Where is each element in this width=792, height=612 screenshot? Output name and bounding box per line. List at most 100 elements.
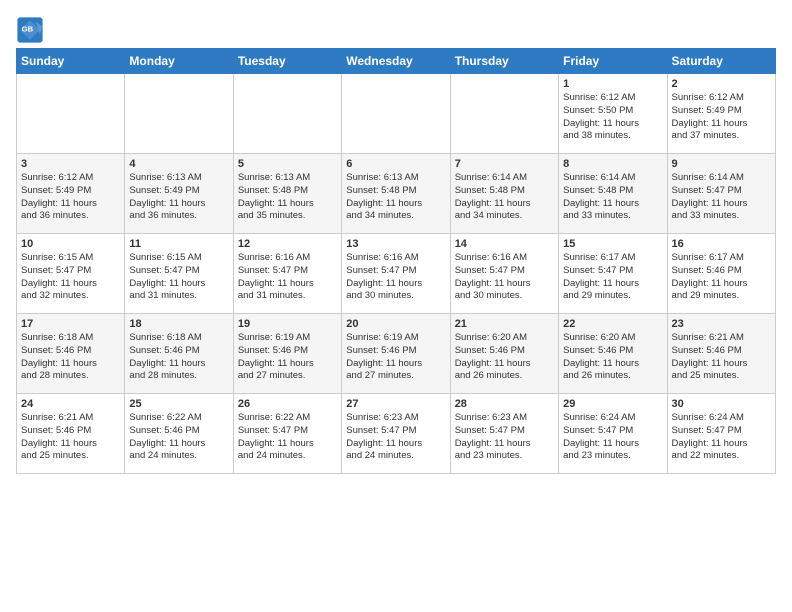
day-number: 5 <box>238 158 337 170</box>
weekday-header-wednesday: Wednesday <box>342 49 450 74</box>
page-header: GB <box>16 16 776 44</box>
day-info: Sunrise: 6:23 AM Sunset: 5:47 PM Dayligh… <box>455 412 554 463</box>
day-number: 20 <box>346 318 445 330</box>
day-number: 17 <box>21 318 120 330</box>
calendar-cell: 6 Sunrise: 6:13 AM Sunset: 5:48 PM Daylig… <box>342 154 450 234</box>
calendar-cell: 28 Sunrise: 6:23 AM Sunset: 5:47 PM Dayli… <box>450 394 558 474</box>
day-number: 25 <box>129 398 228 410</box>
day-info: Sunrise: 6:22 AM Sunset: 5:46 PM Dayligh… <box>129 412 228 463</box>
calendar-cell: 17 Sunrise: 6:18 AM Sunset: 5:46 PM Dayli… <box>17 314 125 394</box>
day-number: 28 <box>455 398 554 410</box>
calendar-week-3: 10 Sunrise: 6:15 AM Sunset: 5:47 PM Dayli… <box>17 234 776 314</box>
calendar-week-4: 17 Sunrise: 6:18 AM Sunset: 5:46 PM Dayli… <box>17 314 776 394</box>
day-number: 2 <box>672 78 771 90</box>
calendar-week-2: 3Sunrise: 6:12 AM Sunset: 5:49 PM Daylig… <box>17 154 776 234</box>
calendar-cell: 20Sunrise: 6:19 AM Sunset: 5:46 PM Dayli… <box>342 314 450 394</box>
logo-icon: GB <box>16 16 44 44</box>
day-info: Sunrise: 6:17 AM Sunset: 5:46 PM Dayligh… <box>672 252 771 303</box>
day-info: Sunrise: 6:16 AM Sunset: 5:47 PM Dayligh… <box>346 252 445 303</box>
day-info: Sunrise: 6:18 AM Sunset: 5:46 PM Dayligh… <box>129 332 228 383</box>
weekday-header-friday: Friday <box>559 49 667 74</box>
calendar-cell: 8Sunrise: 6:14 AM Sunset: 5:48 PM Daylig… <box>559 154 667 234</box>
calendar-table: SundayMondayTuesdayWednesdayThursdayFrid… <box>16 48 776 474</box>
day-info: Sunrise: 6:13 AM Sunset: 5:49 PM Dayligh… <box>129 172 228 223</box>
calendar-cell: 13 Sunrise: 6:16 AM Sunset: 5:47 PM Dayli… <box>342 234 450 314</box>
day-info: Sunrise: 6:19 AM Sunset: 5:46 PM Dayligh… <box>238 332 337 383</box>
calendar-cell: 2 Sunrise: 6:12 AM Sunset: 5:49 PM Daylig… <box>667 74 775 154</box>
day-info: Sunrise: 6:22 AM Sunset: 5:47 PM Dayligh… <box>238 412 337 463</box>
calendar-cell: 14Sunrise: 6:16 AM Sunset: 5:47 PM Dayli… <box>450 234 558 314</box>
calendar-cell: 21Sunrise: 6:20 AM Sunset: 5:46 PM Dayli… <box>450 314 558 394</box>
calendar-cell: 9Sunrise: 6:14 AM Sunset: 5:47 PM Daylig… <box>667 154 775 234</box>
calendar-cell: 22 Sunrise: 6:20 AM Sunset: 5:46 PM Dayli… <box>559 314 667 394</box>
calendar-week-1: 1 Sunrise: 6:12 AM Sunset: 5:50 PM Daylig… <box>17 74 776 154</box>
day-number: 4 <box>129 158 228 170</box>
day-number: 15 <box>563 238 662 250</box>
weekday-header-monday: Monday <box>125 49 233 74</box>
day-info: Sunrise: 6:14 AM Sunset: 5:48 PM Dayligh… <box>455 172 554 223</box>
calendar-cell: 4 Sunrise: 6:13 AM Sunset: 5:49 PM Daylig… <box>125 154 233 234</box>
day-info: Sunrise: 6:20 AM Sunset: 5:46 PM Dayligh… <box>563 332 662 383</box>
day-info: Sunrise: 6:21 AM Sunset: 5:46 PM Dayligh… <box>672 332 771 383</box>
day-number: 7 <box>455 158 554 170</box>
day-info: Sunrise: 6:12 AM Sunset: 5:49 PM Dayligh… <box>21 172 120 223</box>
calendar-cell: 24 Sunrise: 6:21 AM Sunset: 5:46 PM Dayli… <box>17 394 125 474</box>
day-number: 12 <box>238 238 337 250</box>
day-number: 27 <box>346 398 445 410</box>
calendar-cell: 30 Sunrise: 6:24 AM Sunset: 5:47 PM Dayli… <box>667 394 775 474</box>
day-info: Sunrise: 6:18 AM Sunset: 5:46 PM Dayligh… <box>21 332 120 383</box>
weekday-header-saturday: Saturday <box>667 49 775 74</box>
calendar-cell: 19 Sunrise: 6:19 AM Sunset: 5:46 PM Dayli… <box>233 314 341 394</box>
calendar-cell <box>450 74 558 154</box>
day-info: Sunrise: 6:16 AM Sunset: 5:47 PM Dayligh… <box>238 252 337 303</box>
calendar-cell: 3Sunrise: 6:12 AM Sunset: 5:49 PM Daylig… <box>17 154 125 234</box>
weekday-header-tuesday: Tuesday <box>233 49 341 74</box>
day-info: Sunrise: 6:13 AM Sunset: 5:48 PM Dayligh… <box>346 172 445 223</box>
day-number: 11 <box>129 238 228 250</box>
calendar-cell <box>233 74 341 154</box>
day-number: 1 <box>563 78 662 90</box>
day-info: Sunrise: 6:24 AM Sunset: 5:47 PM Dayligh… <box>563 412 662 463</box>
day-info: Sunrise: 6:12 AM Sunset: 5:49 PM Dayligh… <box>672 92 771 143</box>
calendar-cell: 1 Sunrise: 6:12 AM Sunset: 5:50 PM Daylig… <box>559 74 667 154</box>
day-info: Sunrise: 6:23 AM Sunset: 5:47 PM Dayligh… <box>346 412 445 463</box>
day-info: Sunrise: 6:13 AM Sunset: 5:48 PM Dayligh… <box>238 172 337 223</box>
day-info: Sunrise: 6:20 AM Sunset: 5:46 PM Dayligh… <box>455 332 554 383</box>
day-number: 9 <box>672 158 771 170</box>
calendar-cell: 18 Sunrise: 6:18 AM Sunset: 5:46 PM Dayli… <box>125 314 233 394</box>
day-info: Sunrise: 6:14 AM Sunset: 5:48 PM Dayligh… <box>563 172 662 223</box>
calendar-cell: 16 Sunrise: 6:17 AM Sunset: 5:46 PM Dayli… <box>667 234 775 314</box>
day-number: 19 <box>238 318 337 330</box>
day-info: Sunrise: 6:24 AM Sunset: 5:47 PM Dayligh… <box>672 412 771 463</box>
svg-text:GB: GB <box>22 24 34 33</box>
calendar-cell <box>17 74 125 154</box>
day-number: 23 <box>672 318 771 330</box>
calendar-week-5: 24 Sunrise: 6:21 AM Sunset: 5:46 PM Dayli… <box>17 394 776 474</box>
calendar-cell: 29 Sunrise: 6:24 AM Sunset: 5:47 PM Dayli… <box>559 394 667 474</box>
day-number: 24 <box>21 398 120 410</box>
day-number: 22 <box>563 318 662 330</box>
day-info: Sunrise: 6:16 AM Sunset: 5:47 PM Dayligh… <box>455 252 554 303</box>
calendar-cell: 27 Sunrise: 6:23 AM Sunset: 5:47 PM Dayli… <box>342 394 450 474</box>
day-number: 16 <box>672 238 771 250</box>
day-number: 26 <box>238 398 337 410</box>
day-number: 13 <box>346 238 445 250</box>
day-number: 30 <box>672 398 771 410</box>
day-info: Sunrise: 6:12 AM Sunset: 5:50 PM Dayligh… <box>563 92 662 143</box>
calendar-cell <box>125 74 233 154</box>
day-info: Sunrise: 6:15 AM Sunset: 5:47 PM Dayligh… <box>21 252 120 303</box>
day-number: 10 <box>21 238 120 250</box>
day-info: Sunrise: 6:21 AM Sunset: 5:46 PM Dayligh… <box>21 412 120 463</box>
day-info: Sunrise: 6:15 AM Sunset: 5:47 PM Dayligh… <box>129 252 228 303</box>
calendar-cell: 12 Sunrise: 6:16 AM Sunset: 5:47 PM Dayli… <box>233 234 341 314</box>
calendar-cell: 26 Sunrise: 6:22 AM Sunset: 5:47 PM Dayli… <box>233 394 341 474</box>
day-number: 18 <box>129 318 228 330</box>
calendar-cell: 7 Sunrise: 6:14 AM Sunset: 5:48 PM Daylig… <box>450 154 558 234</box>
calendar-cell: 10 Sunrise: 6:15 AM Sunset: 5:47 PM Dayli… <box>17 234 125 314</box>
day-number: 29 <box>563 398 662 410</box>
calendar-cell: 5 Sunrise: 6:13 AM Sunset: 5:48 PM Daylig… <box>233 154 341 234</box>
day-number: 6 <box>346 158 445 170</box>
calendar-cell <box>342 74 450 154</box>
calendar-cell: 23 Sunrise: 6:21 AM Sunset: 5:46 PM Dayli… <box>667 314 775 394</box>
calendar-cell: 11 Sunrise: 6:15 AM Sunset: 5:47 PM Dayli… <box>125 234 233 314</box>
